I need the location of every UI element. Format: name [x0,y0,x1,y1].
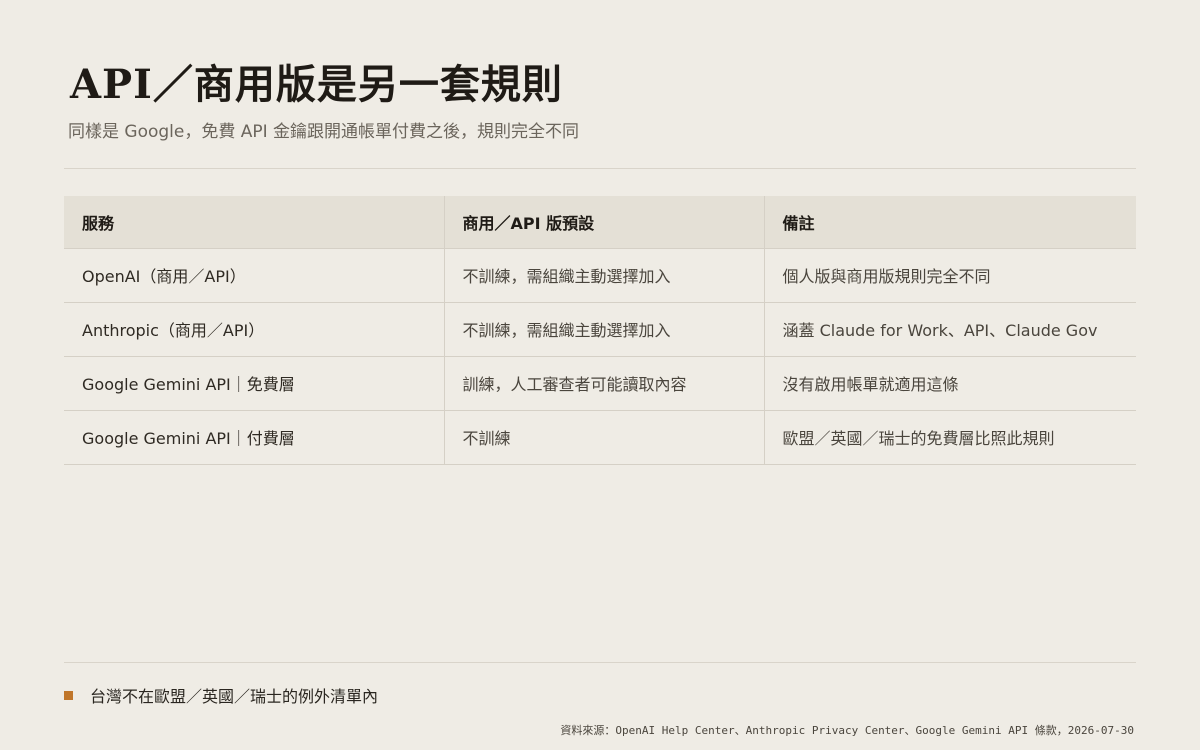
cell-service: Anthropic（商用／API） [64,302,444,357]
table-row: Google Gemini API｜免費層 訓練，人工審查者可能讀取內容 沒有啟… [64,356,1136,411]
cell-default: 訓練，人工審查者可能讀取內容 [443,356,764,411]
slide: API／商用版是另一套規則 同樣是 Google，免費 API 金鑰跟開通帳單付… [64,0,1136,750]
source-citation: 資料來源：OpenAI Help Center、Anthropic Privac… [560,724,1134,737]
table-header-row: 服務 商用／API 版預設 備註 [64,196,1136,249]
page-subtitle: 同樣是 Google，免費 API 金鑰跟開通帳單付費之後，規則完全不同 [68,122,580,142]
cell-service: OpenAI（商用／API） [64,248,444,303]
bottom-divider [64,662,1136,663]
table-row: OpenAI（商用／API） 不訓練，需組織主動選擇加入 個人版與商用版規則完全… [64,248,1136,303]
footnote-text: 台灣不在歐盟／英國／瑞士的例外清單內 [90,687,379,706]
cell-note: 歐盟／英國／瑞士的免費層比照此規則 [763,410,1136,465]
cell-default: 不訓練 [443,410,764,465]
cell-service: Google Gemini API｜免費層 [64,356,444,411]
cell-note: 沒有啟用帳單就適用這條 [763,356,1136,411]
cell-note: 個人版與商用版規則完全不同 [763,248,1136,303]
top-divider [64,168,1136,169]
footnote: 台灣不在歐盟／英國／瑞士的例外清單內 [64,683,378,707]
table-row: Google Gemini API｜付費層 不訓練 歐盟／英國／瑞士的免費層比照… [64,410,1136,465]
square-bullet-icon [64,690,73,700]
header-default: 商用／API 版預設 [443,196,764,249]
header-service: 服務 [64,196,444,249]
cell-default: 不訓練，需組織主動選擇加入 [443,302,764,357]
page-title: API／商用版是另一套規則 [70,61,563,108]
cell-default: 不訓練，需組織主動選擇加入 [443,248,764,303]
table-row: Anthropic（商用／API） 不訓練，需組織主動選擇加入 涵蓋 Claud… [64,302,1136,357]
cell-service: Google Gemini API｜付費層 [64,410,444,465]
comparison-table: 服務 商用／API 版預設 備註 OpenAI（商用／API） 不訓練，需組織主… [64,196,1136,465]
header-note: 備註 [763,196,1136,249]
cell-note: 涵蓋 Claude for Work、API、Claude Gov [763,302,1136,357]
